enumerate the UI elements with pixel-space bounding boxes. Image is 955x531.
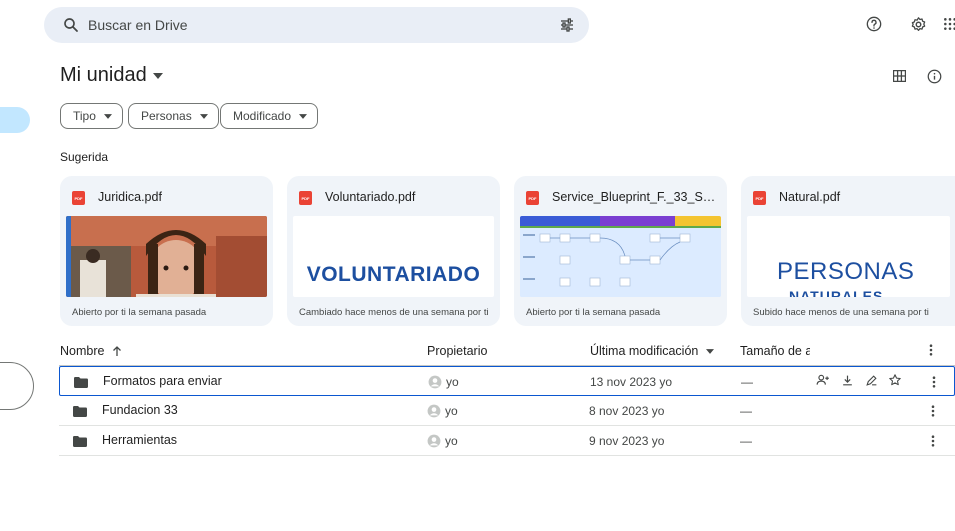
nav-item-active[interactable]: [0, 107, 30, 133]
suggested-card[interactable]: PDF Natural.pdf PERSONAS NATURALES Subid…: [741, 176, 955, 326]
column-header-name[interactable]: Nombre: [60, 344, 122, 358]
pdf-icon: PDF: [526, 191, 539, 205]
row-size: —: [741, 375, 753, 389]
row-size: —: [740, 434, 752, 448]
card-activity: Cambiado hace menos de una semana por ti: [299, 307, 489, 318]
suggested-label: Sugerida: [60, 150, 109, 164]
card-activity: Abierto por ti la semana pasada: [72, 307, 207, 318]
new-button[interactable]: [0, 362, 34, 410]
suggested-card[interactable]: PDF Service_Blueprint_F._33_Sueñ... Abie…: [514, 176, 727, 326]
column-label: Tamaño de a: [740, 344, 810, 358]
rename-icon[interactable]: [864, 373, 878, 387]
filter-type-chip[interactable]: Tipo: [60, 103, 123, 129]
thumbnail-text-clipped: NATURALES: [789, 288, 884, 297]
table-row[interactable]: Herramientas yo 9 nov 2023 yo —: [59, 426, 955, 456]
filter-label: Personas: [141, 109, 192, 123]
column-label: Propietario: [427, 344, 488, 358]
row-owner: yo: [445, 434, 458, 448]
apps-grid-icon[interactable]: [940, 14, 955, 34]
folder-icon: [74, 377, 88, 388]
column-more-icon[interactable]: [929, 344, 933, 356]
caret-down-icon: [103, 113, 112, 119]
row-size: —: [740, 404, 752, 418]
card-file-name: Natural.pdf: [779, 190, 841, 204]
download-icon[interactable]: [840, 373, 854, 387]
suggested-card[interactable]: PDF Juridica.pdf Abierto por ti la seman…: [60, 176, 273, 326]
page-title-dropdown[interactable]: Mi unidad: [60, 64, 163, 87]
more-actions-icon[interactable]: [930, 375, 938, 389]
share-icon[interactable]: [816, 373, 830, 387]
row-name: Formatos para enviar: [103, 374, 222, 388]
row-actions: [816, 373, 902, 387]
pdf-icon: PDF: [72, 191, 85, 205]
card-activity: Abierto por ti la semana pasada: [526, 307, 661, 318]
row-modified: 13 nov 2023 yo: [590, 375, 673, 389]
suggested-card[interactable]: PDF Voluntariado.pdf VOLUNTARIADO Cambia…: [287, 176, 500, 326]
caret-down-icon: [199, 113, 208, 119]
search-input[interactable]: [88, 15, 528, 35]
star-icon[interactable]: [888, 373, 902, 387]
filter-label: Tipo: [73, 109, 96, 123]
card-activity: Subido hace menos de una semana por ti: [753, 307, 929, 318]
grid-view-icon[interactable]: [890, 67, 908, 85]
row-owner: yo: [446, 375, 459, 389]
row-owner: yo: [445, 404, 458, 418]
card-thumbnail-diagram: [520, 216, 721, 297]
thumbnail-text: VOLUNTARIADO: [306, 263, 481, 286]
card-thumbnail-photo: [66, 216, 267, 297]
card-file-name: Juridica.pdf: [98, 190, 162, 204]
info-icon[interactable]: [925, 67, 943, 85]
caret-down-icon: [706, 348, 715, 354]
caret-down-icon: [152, 72, 163, 79]
search-options-icon[interactable]: [559, 17, 575, 33]
caret-down-icon: [299, 113, 308, 119]
more-actions-icon[interactable]: [929, 434, 937, 448]
sort-arrow-up-icon[interactable]: [112, 345, 122, 357]
filter-people-chip[interactable]: Personas: [128, 103, 219, 129]
search-bar[interactable]: [44, 7, 589, 43]
thumbnail-text: PERSONAS: [777, 258, 915, 285]
filter-label: Modificado: [233, 109, 292, 123]
row-modified: 8 nov 2023 yo: [589, 404, 665, 418]
row-name: Fundacion 33: [102, 403, 178, 417]
column-header-size[interactable]: Tamaño de a: [740, 344, 810, 358]
user-avatar-icon: [428, 375, 442, 389]
row-name: Herramientas: [102, 433, 178, 447]
card-thumbnail: VOLUNTARIADO: [293, 216, 494, 297]
pdf-icon: PDF: [753, 191, 766, 205]
user-avatar-icon: [427, 434, 441, 448]
column-header-modified[interactable]: Última modificación: [590, 344, 715, 358]
search-icon[interactable]: [62, 16, 80, 34]
help-icon[interactable]: [864, 14, 884, 34]
table-row[interactable]: Formatos para enviar yo 13 nov 2023 yo —: [59, 366, 955, 396]
column-label: Nombre: [60, 344, 105, 358]
folder-icon: [73, 406, 87, 417]
column-label: Última modificación: [590, 344, 699, 358]
settings-icon[interactable]: [908, 14, 928, 34]
column-header-owner[interactable]: Propietario: [427, 344, 487, 358]
filter-modified-chip[interactable]: Modificado: [220, 103, 319, 129]
page-title: Mi unidad: [60, 64, 147, 86]
row-modified: 9 nov 2023 yo: [589, 434, 665, 448]
user-avatar-icon: [427, 404, 441, 418]
folder-icon: [73, 436, 87, 447]
card-file-name: Service_Blueprint_F._33_Sueñ...: [552, 190, 717, 204]
card-file-name: Voluntariado.pdf: [325, 190, 416, 204]
pdf-icon: PDF: [299, 191, 312, 205]
table-row[interactable]: Fundacion 33 yo 8 nov 2023 yo —: [59, 396, 955, 426]
card-thumbnail: PERSONAS NATURALES: [747, 216, 950, 297]
more-actions-icon[interactable]: [929, 404, 937, 418]
